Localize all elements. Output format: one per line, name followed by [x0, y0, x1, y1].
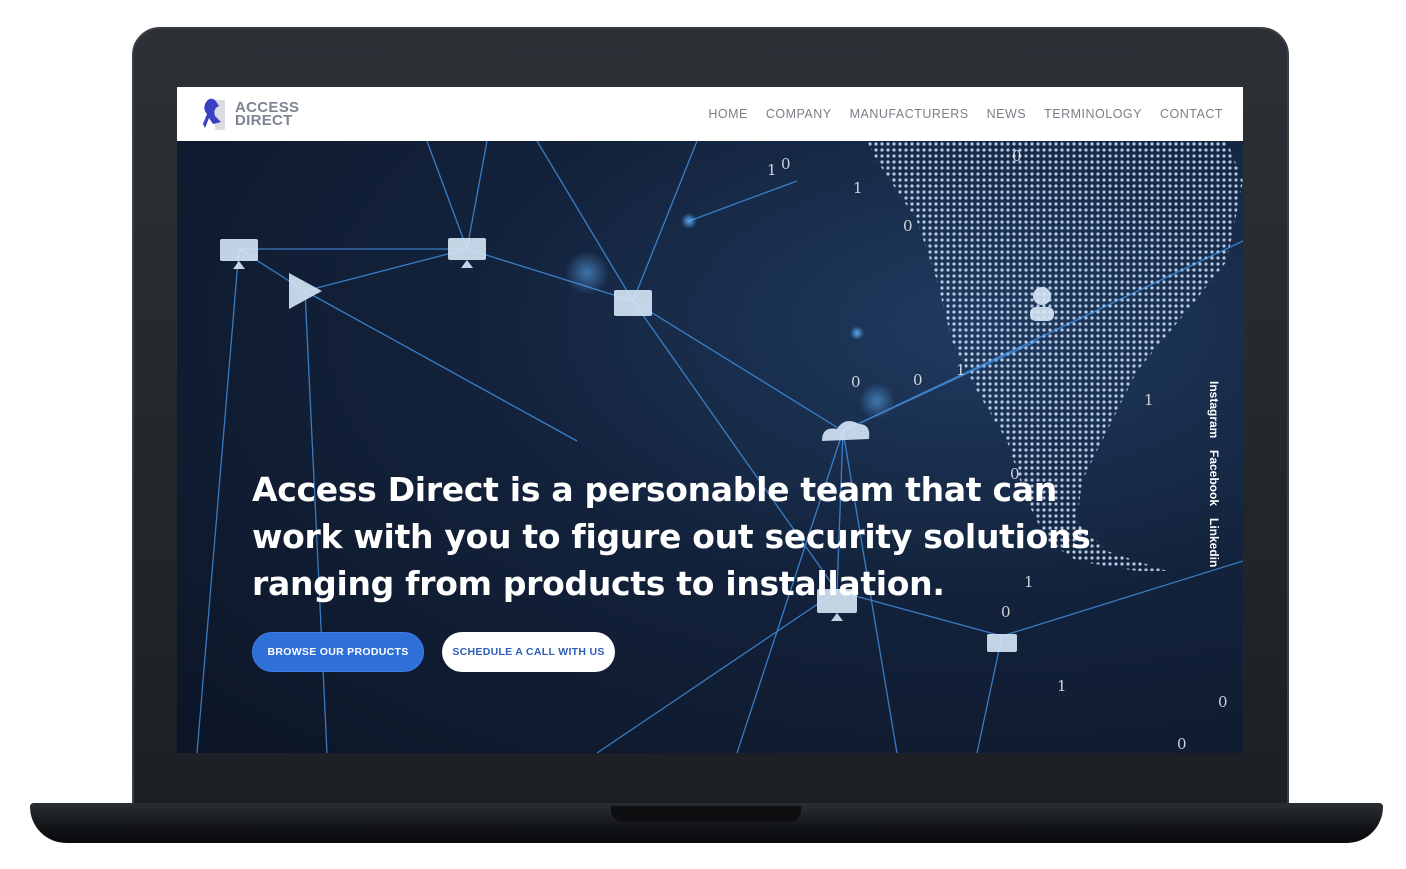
schedule-call-button[interactable]: SCHEDULE A CALL WITH US — [442, 632, 615, 672]
screen: ACCESS DIRECT HOME COMPANY MANUFACTURERS… — [177, 87, 1243, 753]
linkedin-link[interactable]: Linkedin — [1207, 518, 1221, 567]
binary-digit: 0 — [781, 155, 791, 173]
binary-digit: 0 — [851, 373, 861, 391]
nav-item-contact[interactable]: CONTACT — [1160, 107, 1223, 121]
hero-section: 1 0 0 1 0 0 0 1 1 0 1 0 0 1 0 Access Dir… — [177, 141, 1243, 753]
laptop-notch — [611, 806, 801, 822]
nav-item-home[interactable]: HOME — [708, 107, 748, 121]
hero-headline: Access Direct is a personable team that … — [252, 470, 1091, 603]
user-icon — [1033, 287, 1051, 305]
monitor-icon — [220, 239, 258, 261]
instagram-link[interactable]: Instagram — [1207, 381, 1221, 438]
binary-digit: 0 — [1012, 147, 1022, 165]
monitor-icon — [448, 238, 486, 260]
nav-item-company[interactable]: COMPANY — [766, 107, 832, 121]
binary-digit: 1 — [853, 179, 863, 197]
site-logo[interactable]: ACCESS DIRECT — [201, 94, 299, 134]
binary-digit: 1 — [767, 161, 777, 179]
monitor-icon — [987, 634, 1017, 652]
binary-digit: 1 — [956, 361, 966, 379]
binary-digit: 1 — [1057, 677, 1067, 695]
nav-item-manufacturers[interactable]: MANUFACTURERS — [850, 107, 969, 121]
cloud-icon — [822, 420, 870, 441]
binary-digit: 0 — [1177, 735, 1187, 753]
nav-menu: HOME COMPANY MANUFACTURERS NEWS TERMINOL… — [708, 107, 1223, 121]
binary-digit: 0 — [903, 217, 913, 235]
logo-text-line2: DIRECT — [235, 112, 293, 129]
binary-digit: 0 — [913, 371, 923, 389]
browse-products-button[interactable]: BROWSE OUR PRODUCTS — [252, 632, 424, 672]
nav-item-news[interactable]: NEWS — [987, 107, 1027, 121]
facebook-link[interactable]: Facebook — [1207, 450, 1221, 506]
social-links: Instagram Facebook Linkedin — [1207, 381, 1221, 568]
lion-logo-icon — [203, 98, 225, 130]
navbar: ACCESS DIRECT HOME COMPANY MANUFACTURERS… — [177, 87, 1243, 141]
mail-icon — [614, 290, 652, 316]
binary-digit: 0 — [1218, 693, 1228, 711]
nav-item-terminology[interactable]: TERMINOLOGY — [1044, 107, 1142, 121]
binary-digit: 1 — [1144, 391, 1154, 409]
